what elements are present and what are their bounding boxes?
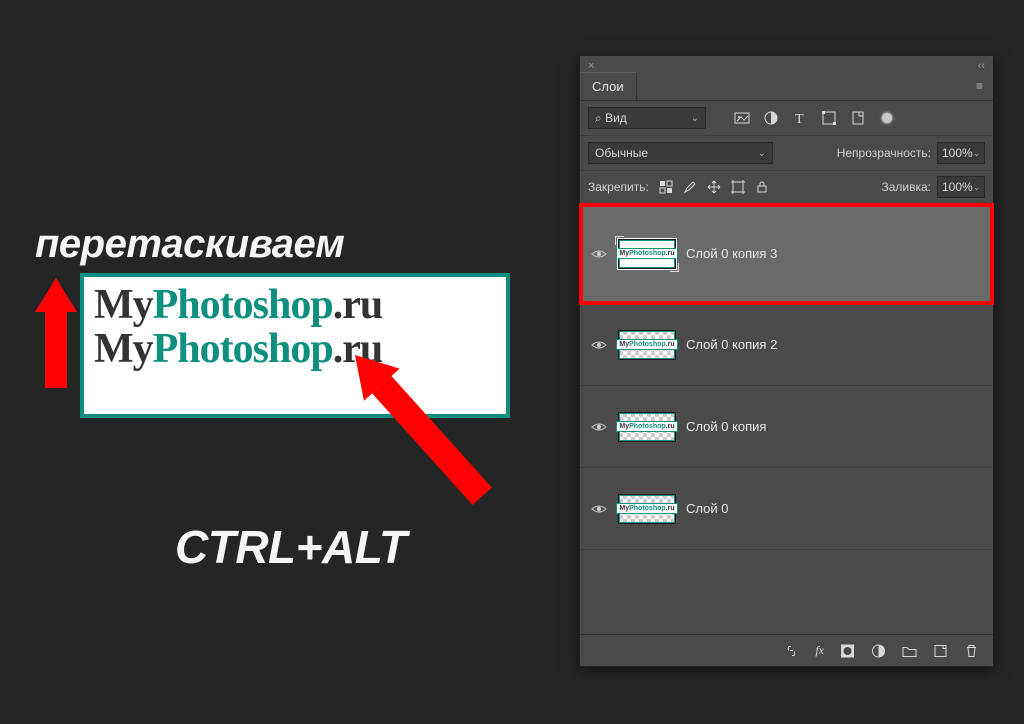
logo-mid: Photoshop [153,326,333,372]
layer-fx-icon[interactable]: fx [815,643,824,658]
chevron-down-icon: ⌄ [691,113,699,124]
layer-thumbnail[interactable]: MyPhotoshop.ru [618,494,676,524]
visibility-toggle-icon[interactable] [590,339,608,351]
logo-prefix: My [94,326,153,372]
close-icon[interactable]: × [588,60,594,72]
delete-layer-icon[interactable] [964,643,979,658]
new-layer-icon[interactable] [933,643,948,658]
layer-row[interactable]: MyPhotoshop.ru Слой 0 копия 3 [580,204,993,304]
layers-footer: fx [580,634,993,666]
filter-pixel-icon[interactable] [734,110,750,126]
blend-mode-dropdown[interactable]: Обычные ⌄ [588,142,773,164]
layer-name[interactable]: Слой 0 копия [686,419,766,434]
filter-smart-icon[interactable] [850,110,866,126]
lock-artboard-icon[interactable] [731,180,745,194]
layer-name[interactable]: Слой 0 копия 2 [686,337,777,352]
layer-row[interactable]: MyPhotoshop.ru Слой 0 [580,468,993,550]
fill-value: 100% [942,180,973,194]
new-group-icon[interactable] [902,643,917,658]
chevron-down-icon: ⌄ [758,148,766,159]
annotation-title: перетаскиваем [35,222,515,267]
filter-adjust-icon[interactable] [763,110,779,126]
panel-menu-icon[interactable]: ≡ [966,75,993,97]
layers-list: MyPhotoshop.ruСлой 0 копия 3MyPhotoshop.… [580,204,993,634]
opacity-input[interactable]: 100% ⌄ [937,142,985,164]
visibility-toggle-icon[interactable] [590,248,608,260]
lock-label: Закрепить: [588,180,649,194]
lock-all-icon[interactable] [755,180,769,194]
visibility-toggle-icon[interactable] [590,503,608,515]
link-layers-icon[interactable] [784,643,799,658]
lock-move-icon[interactable] [707,180,721,194]
add-mask-icon[interactable] [840,643,855,658]
opacity-label: Непрозрачность: [837,146,931,160]
layer-thumbnail[interactable]: MyPhotoshop.ru [618,330,676,360]
collapse-icon[interactable]: ‹‹ [978,60,985,72]
logo-mid: Photoshop [153,282,333,328]
layer-row[interactable]: MyPhotoshop.ru Слой 0 копия 2 [580,304,993,386]
layer-filter-dropdown[interactable]: ⌕ Вид ⌄ [588,107,706,129]
filter-type-icon[interactable]: T [792,110,808,126]
layer-thumbnail[interactable]: MyPhotoshop.ru [618,239,676,269]
layer-name[interactable]: Слой 0 копия 3 [686,246,777,261]
logo-line-1: MyPhotoshop.ru [94,283,496,327]
filter-toggle-icon[interactable] [882,113,892,123]
blend-mode-label: Обычные [595,146,648,160]
arrow-up-icon [35,278,77,388]
new-adjustment-icon[interactable] [871,643,886,658]
filter-label: Вид [605,111,627,125]
search-icon: ⌕ [595,111,602,126]
opacity-value: 100% [942,146,973,160]
fill-label: Заливка: [881,180,931,194]
filter-type-icons: T [734,110,866,126]
svg-text:T: T [795,112,804,126]
logo-prefix: My [94,282,153,328]
logo-suffix: .ru [333,282,383,328]
chevron-down-icon: ⌄ [973,182,981,193]
fill-input[interactable]: 100% ⌄ [937,176,985,198]
layers-panel: × ‹‹ Слои ≡ ⌕ Вид ⌄ T Обычные ⌄ Непрозра… [579,55,994,667]
lock-brush-icon[interactable] [683,180,697,194]
chevron-down-icon: ⌄ [973,148,981,159]
filter-shape-icon[interactable] [821,110,837,126]
layer-row[interactable]: MyPhotoshop.ru Слой 0 копия [580,386,993,468]
visibility-toggle-icon[interactable] [590,421,608,433]
annotation-shortcut: CTRL+ALT [175,520,407,574]
layer-thumbnail[interactable]: MyPhotoshop.ru [618,412,676,442]
tab-layers[interactable]: Слои [580,72,637,100]
lock-transparency-icon[interactable] [659,180,673,194]
layer-name[interactable]: Слой 0 [686,501,728,516]
